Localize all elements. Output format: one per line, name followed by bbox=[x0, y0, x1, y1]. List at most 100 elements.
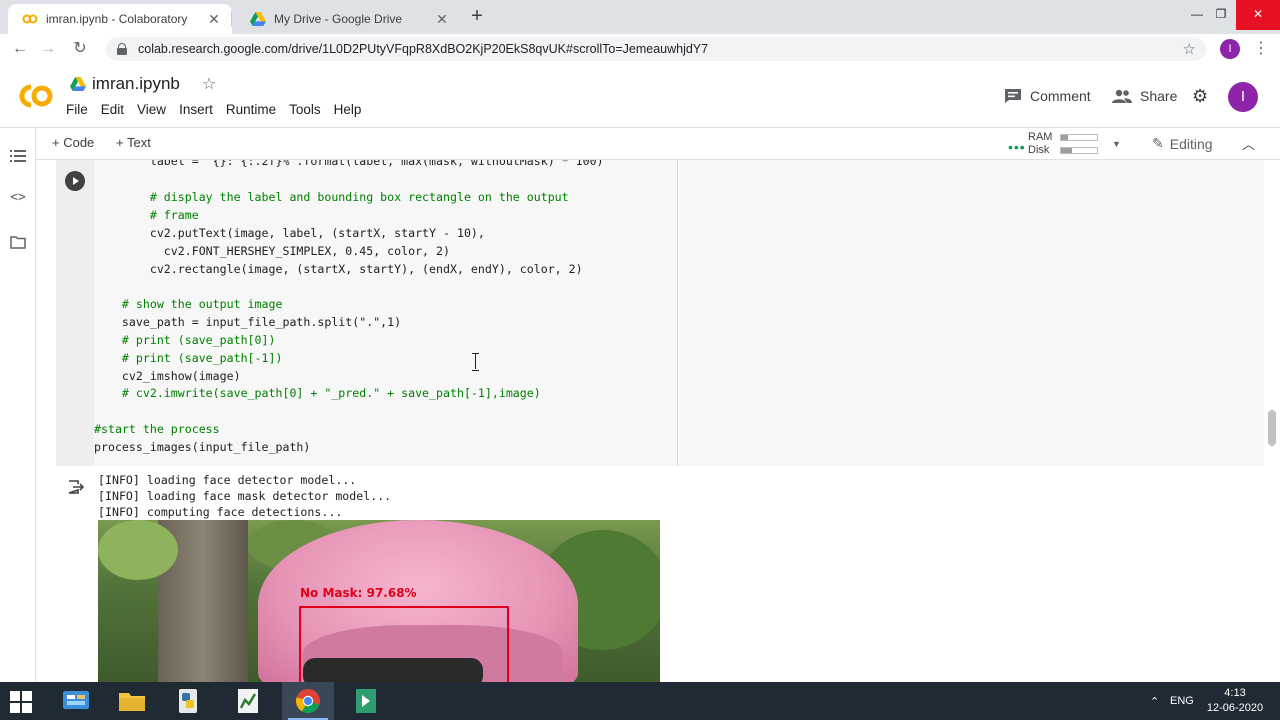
menu-edit[interactable]: Edit bbox=[101, 102, 131, 117]
menu-view[interactable]: View bbox=[137, 102, 173, 117]
code-line-text: #start the process bbox=[94, 422, 220, 436]
editing-label: Editing bbox=[1169, 135, 1213, 152]
ram-label: RAM bbox=[1028, 131, 1053, 143]
code-line: label = "{}: {:.2f}%".format(label, max(… bbox=[94, 160, 604, 168]
output-line: [INFO] loading face mask detector model.… bbox=[98, 489, 392, 503]
code-line-text: cv2.putText(image, label, (startX, start… bbox=[94, 226, 485, 240]
add-code-button[interactable]: + Code bbox=[52, 135, 94, 150]
maximize-button[interactable]: ❐ bbox=[1202, 0, 1240, 30]
spreadsheet-app-icon[interactable] bbox=[222, 682, 274, 720]
connected-status-icon: ••• bbox=[1008, 139, 1026, 155]
control-panel-icon[interactable] bbox=[50, 682, 102, 720]
comment-label: Comment bbox=[1030, 88, 1091, 104]
pencil-icon: ✎ bbox=[1152, 135, 1164, 151]
code-line: save_path = input_file_path.split(".",1) bbox=[94, 315, 401, 329]
lock-icon[interactable] bbox=[116, 43, 128, 55]
reload-icon[interactable]: ↻ bbox=[70, 39, 90, 59]
run-cell-button[interactable] bbox=[65, 171, 85, 191]
file-explorer-icon[interactable] bbox=[106, 682, 158, 720]
text-cursor-icon bbox=[472, 353, 480, 371]
left-sidebar: <> bbox=[0, 128, 36, 682]
clock[interactable]: 4:13 12-06-2020 bbox=[1200, 686, 1270, 716]
clock-time: 4:13 bbox=[1224, 687, 1246, 699]
tab-title-colab: imran.ipynb - Colaboratory bbox=[46, 12, 188, 26]
disk-usage-fill bbox=[1061, 148, 1072, 153]
notebook-area: label = "{}: {:.2f}%".format(label, max(… bbox=[36, 160, 1280, 682]
code-line-text: cv2.rectangle(image, (startX, startY), (… bbox=[94, 262, 583, 276]
code-line: # print (save_path[-1]) bbox=[94, 351, 283, 365]
browser-profile-avatar[interactable]: I bbox=[1220, 39, 1240, 59]
code-line-text: process_images(input_file_path) bbox=[94, 440, 311, 454]
menu-file[interactable]: File bbox=[66, 102, 95, 117]
code-editor[interactable]: label = "{}: {:.2f}%".format(label, max(… bbox=[94, 160, 678, 466]
add-text-button[interactable]: + Text bbox=[116, 135, 151, 150]
page-scrollbar[interactable] bbox=[1268, 410, 1276, 446]
code-line: # cv2.imwrite(save_path[0] + "_pred." + … bbox=[94, 386, 541, 400]
output-line: [INFO] loading face detector model... bbox=[98, 473, 357, 487]
python-icon[interactable] bbox=[162, 682, 214, 720]
code-line-text: # frame bbox=[94, 208, 199, 222]
star-icon[interactable]: ☆ bbox=[202, 74, 216, 94]
avatar[interactable]: I bbox=[1228, 82, 1258, 112]
code-line: process_images(input_file_path) bbox=[94, 440, 310, 454]
image-foliage bbox=[98, 520, 178, 580]
code-line-text: save_path = input_file_path.split(".",1) bbox=[94, 315, 402, 329]
code-cell[interactable]: label = "{}: {:.2f}%".format(label, max(… bbox=[56, 160, 1264, 466]
windows-start-icon[interactable] bbox=[10, 691, 32, 713]
notebook-toolbar: + Code + Text ••• RAM Disk ▼ ✎ Editing ︿ bbox=[36, 128, 1280, 160]
editing-mode-button[interactable]: ✎ Editing bbox=[1152, 135, 1213, 152]
tab-close-icon[interactable]: ✕ bbox=[434, 11, 450, 28]
close-window-button[interactable]: ✕ bbox=[1236, 0, 1280, 30]
table-of-contents-icon[interactable] bbox=[10, 148, 26, 164]
code-line-text: cv2.FONT_HERSHEY_SIMPLEX, 0.45, color, 2… bbox=[94, 244, 450, 258]
tab-colab[interactable]: imran.ipynb - Colaboratory ✕ bbox=[8, 4, 232, 34]
jupyter-app-icon[interactable] bbox=[340, 682, 392, 720]
code-line: #start the process bbox=[94, 422, 220, 436]
menu-tools[interactable]: Tools bbox=[289, 102, 328, 117]
code-line: # display the label and bounding box rec… bbox=[94, 190, 569, 204]
notebook-title[interactable]: imran.ipynb bbox=[92, 74, 180, 94]
code-line-text: # cv2.imwrite(save_path[0] + "_pred." + … bbox=[94, 386, 541, 400]
code-line: cv2.putText(image, label, (startX, start… bbox=[94, 226, 485, 240]
tab-title-drive: My Drive - Google Drive bbox=[274, 12, 403, 26]
comment-button[interactable]: Comment bbox=[1004, 88, 1091, 104]
url-bar[interactable]: colab.research.google.com/drive/1L0D2PUt… bbox=[106, 37, 1206, 61]
output-image: No Mask: 97.68% bbox=[98, 520, 660, 682]
menu-insert[interactable]: Insert bbox=[179, 102, 220, 117]
colab-logo-icon[interactable] bbox=[14, 81, 54, 111]
chevron-up-icon[interactable]: ︿ bbox=[1242, 134, 1255, 153]
browser-menu-icon[interactable]: ⋮ bbox=[1253, 39, 1269, 59]
chrome-icon[interactable] bbox=[282, 682, 334, 720]
share-button[interactable]: Share bbox=[1112, 88, 1177, 104]
clock-date: 12-06-2020 bbox=[1206, 702, 1264, 714]
code-line: cv2_imshow(image) bbox=[94, 369, 241, 383]
drive-icon[interactable] bbox=[70, 77, 86, 91]
tab-drive[interactable]: My Drive - Google Drive ✕ bbox=[236, 4, 460, 34]
tab-close-icon[interactable]: ✕ bbox=[206, 11, 222, 28]
disk-usage-bar bbox=[1060, 147, 1098, 154]
bookmark-star-icon[interactable]: ☆ bbox=[1183, 40, 1196, 58]
files-folder-icon[interactable] bbox=[10, 234, 26, 250]
forward-arrow-icon[interactable]: → bbox=[38, 39, 58, 59]
tab-separator bbox=[231, 11, 232, 27]
code-snippets-icon[interactable]: <> bbox=[10, 190, 26, 206]
back-arrow-icon[interactable]: ← bbox=[10, 39, 30, 59]
code-line: # frame bbox=[94, 208, 199, 222]
chevron-down-icon[interactable]: ▼ bbox=[1112, 139, 1121, 149]
people-icon bbox=[1112, 89, 1132, 103]
code-line: # print (save_path[0]) bbox=[94, 333, 276, 347]
settings-gear-icon[interactable]: ⚙ bbox=[1192, 86, 1208, 107]
clear-output-icon[interactable] bbox=[68, 479, 84, 495]
new-tab-button[interactable]: + bbox=[466, 5, 488, 27]
comment-icon bbox=[1005, 89, 1021, 103]
browser-tabstrip: imran.ipynb - Colaboratory ✕ My Drive - … bbox=[0, 0, 1280, 34]
drive-favicon-icon bbox=[250, 12, 266, 26]
menu-help[interactable]: Help bbox=[334, 102, 369, 117]
menu-runtime[interactable]: Runtime bbox=[226, 102, 283, 117]
disk-label: Disk bbox=[1028, 144, 1050, 156]
colab-favicon-icon bbox=[22, 14, 38, 24]
url-text: colab.research.google.com/drive/1L0D2PUt… bbox=[138, 42, 709, 56]
detection-label: No Mask: 97.68% bbox=[300, 586, 417, 600]
tray-overflow-icon[interactable]: ⌃ bbox=[1150, 682, 1159, 720]
language-indicator[interactable]: ENG bbox=[1170, 682, 1194, 720]
